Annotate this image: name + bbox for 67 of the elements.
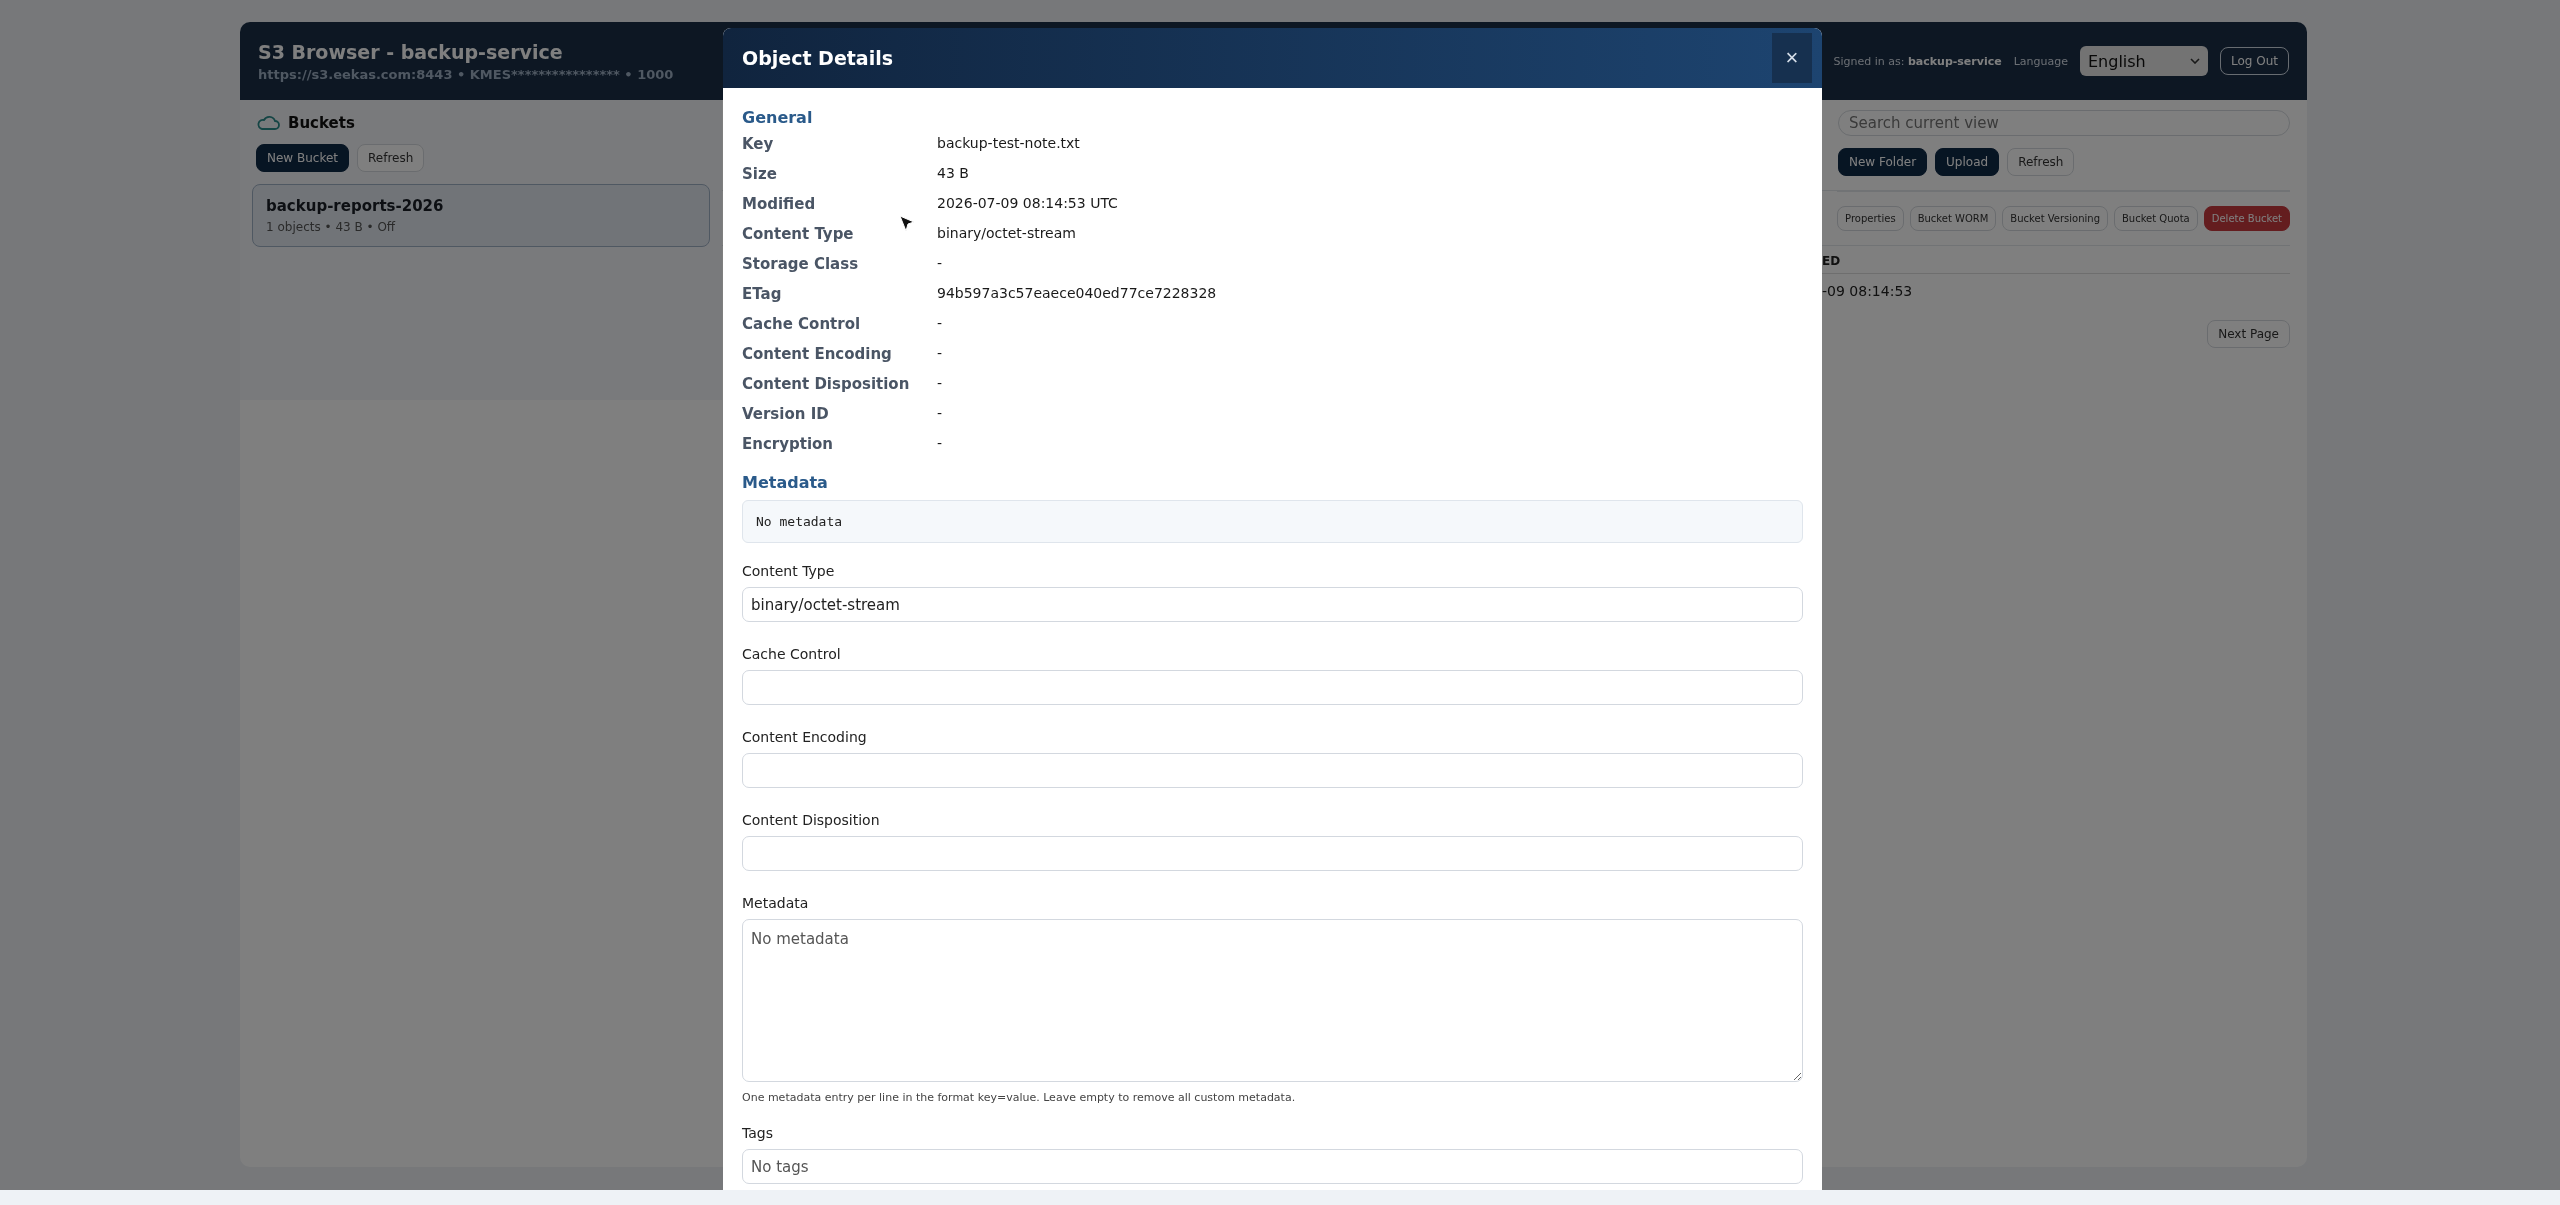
- connection-info: https://s3.eekas.com:8443 • KMES**************** • 1000: [258, 66, 674, 82]
- property-value: -: [937, 435, 943, 453]
- field-label: Content Disposition: [742, 812, 881, 828]
- input-field[interactable]: [742, 836, 1803, 871]
- bucket-name: backup-reports-2026: [266, 197, 445, 215]
- property-label: Content Encoding: [742, 345, 892, 363]
- table-cell-text: -09 08:14:53: [1822, 282, 1914, 301]
- close-button[interactable]: ×: [1772, 33, 1812, 83]
- toolbar-button[interactable]: Upload: [1935, 148, 2000, 176]
- dialog-title: Object Details: [742, 47, 893, 69]
- mouse-cursor-icon: [898, 214, 916, 234]
- property-value: 43 B: [937, 165, 969, 183]
- input-field[interactable]: [742, 670, 1803, 705]
- bucket-item[interactable]: backup-reports-2026 1 objects • 43 B • Off: [252, 184, 710, 247]
- metadata-field[interactable]: No metadata: [742, 919, 1803, 1082]
- input-field[interactable]: No tags: [742, 1149, 1803, 1184]
- property-value: 2026-07-09 08:14:53 UTC: [937, 195, 1118, 213]
- property-label: Size: [742, 165, 777, 183]
- property-value: 94b597a3c57eaece040ed77ce7228328: [937, 285, 1217, 303]
- chevron-down-icon: [2190, 58, 2200, 64]
- column-header: ED: [1822, 246, 2290, 274]
- bucket-action-button[interactable]: Bucket WORM: [1909, 206, 1997, 231]
- property-label: Modified: [742, 195, 816, 213]
- field-label: Cache Control: [742, 646, 842, 662]
- property-label: Encryption: [742, 435, 834, 453]
- input-field[interactable]: binary/octet-stream: [742, 587, 1803, 622]
- bucket-action-button[interactable]: Properties: [1837, 206, 1904, 231]
- property-label: Content Disposition: [742, 375, 910, 393]
- property-label: Cache Control: [742, 315, 861, 333]
- logout-button[interactable]: Log Out: [2220, 47, 2289, 75]
- property-value: -: [937, 345, 943, 363]
- property-value: -: [937, 375, 943, 393]
- field-label: Content Type: [742, 563, 836, 579]
- property-label: Version ID: [742, 405, 829, 423]
- cloud-icon: [256, 115, 280, 131]
- bucket-info: 1 objects • 43 B • Off: [266, 220, 397, 234]
- language-label: Language: [2013, 54, 2068, 68]
- metadata-preview: No metadata: [742, 500, 1803, 543]
- signed-in-text: Signed in as: backup-service: [1833, 54, 2002, 68]
- language-select[interactable]: English: [2080, 46, 2208, 76]
- field-label: Metadata: [742, 895, 810, 911]
- section-title: General: [742, 108, 814, 127]
- search-field[interactable]: Search current view: [1838, 110, 2290, 136]
- property-value: -: [937, 315, 943, 333]
- app-title: S3 Browser - backup-service: [258, 40, 564, 63]
- property-label: Content Type: [742, 225, 854, 243]
- field-label: Content Encoding: [742, 729, 868, 745]
- sidebar-title: Buckets: [288, 114, 355, 132]
- bucket-action-button[interactable]: Bucket Versioning: [2002, 206, 2108, 231]
- sidebar-button[interactable]: Refresh: [357, 144, 425, 172]
- property-label: ETag: [742, 285, 782, 303]
- property-label: Storage Class: [742, 255, 859, 273]
- bucket-action-button[interactable]: Bucket Quota: [2114, 206, 2198, 231]
- property-value: -: [937, 255, 943, 273]
- next-page-button[interactable]: Next Page: [2207, 320, 2290, 348]
- property-value: binary/octet-stream: [937, 225, 1076, 243]
- help-text: One metadata entry per line in the format key=value. Leave empty to remove all custom metadata.: [742, 1091, 1297, 1104]
- toolbar-button[interactable]: Refresh: [2007, 148, 2075, 176]
- property-label: Key: [742, 135, 774, 153]
- input-field[interactable]: [742, 753, 1803, 788]
- property-value: backup-test-note.txt: [937, 135, 1080, 153]
- field-label: Tags: [742, 1125, 774, 1141]
- property-value: -: [937, 405, 943, 423]
- toolbar-button[interactable]: New Folder: [1838, 148, 1928, 176]
- sidebar-button[interactable]: New Bucket: [256, 144, 350, 172]
- bucket-action-button[interactable]: Delete Bucket: [2203, 206, 2290, 231]
- section-title: Metadata: [742, 473, 829, 492]
